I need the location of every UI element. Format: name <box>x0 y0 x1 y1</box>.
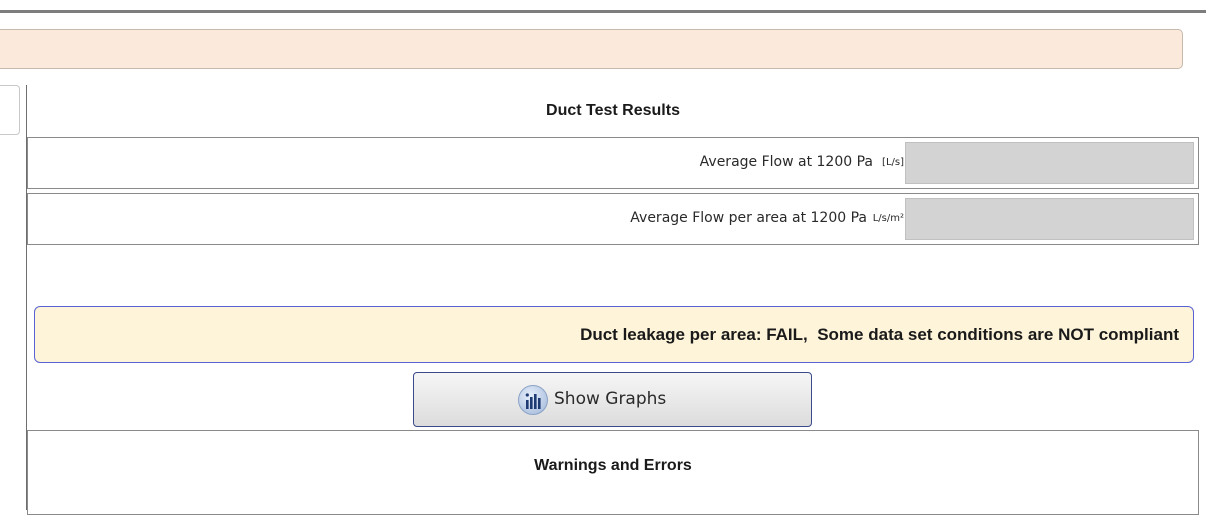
average-flow-per-area-unit: L/s/m² <box>872 213 904 224</box>
average-flow-per-area-label: Average Flow per area at 1200 Pa <box>630 210 867 226</box>
show-graphs-button[interactable]: Show Graphs <box>413 372 812 427</box>
bar-chart-icon <box>518 385 548 415</box>
average-flow-label: Average Flow at 1200 Pa <box>699 154 873 170</box>
compliance-verdict-banner: Duct leakage per area: FAIL, Some data s… <box>34 306 1194 363</box>
duct-test-results-title: Duct Test Results <box>546 102 680 119</box>
compliance-verdict-text: Duct leakage per area: FAIL, Some data s… <box>580 325 1179 344</box>
average-flow-row: Average Flow at 1200 Pa [L/s] <box>27 137 1199 189</box>
warnings-and-errors-panel: Warnings and Errors <box>27 430 1199 515</box>
average-flow-per-area-value-field <box>905 198 1194 240</box>
average-flow-per-area-row: Average Flow per area at 1200 Pa L/s/m² <box>27 193 1199 245</box>
warnings-and-errors-title: Warnings and Errors <box>534 457 692 474</box>
left-panel-edge <box>0 85 20 135</box>
status-bar <box>0 29 1183 69</box>
average-flow-unit: [L/s] <box>882 157 904 168</box>
top-divider <box>0 10 1206 13</box>
show-graphs-label: Show Graphs <box>554 389 667 409</box>
average-flow-value-field <box>905 142 1194 184</box>
